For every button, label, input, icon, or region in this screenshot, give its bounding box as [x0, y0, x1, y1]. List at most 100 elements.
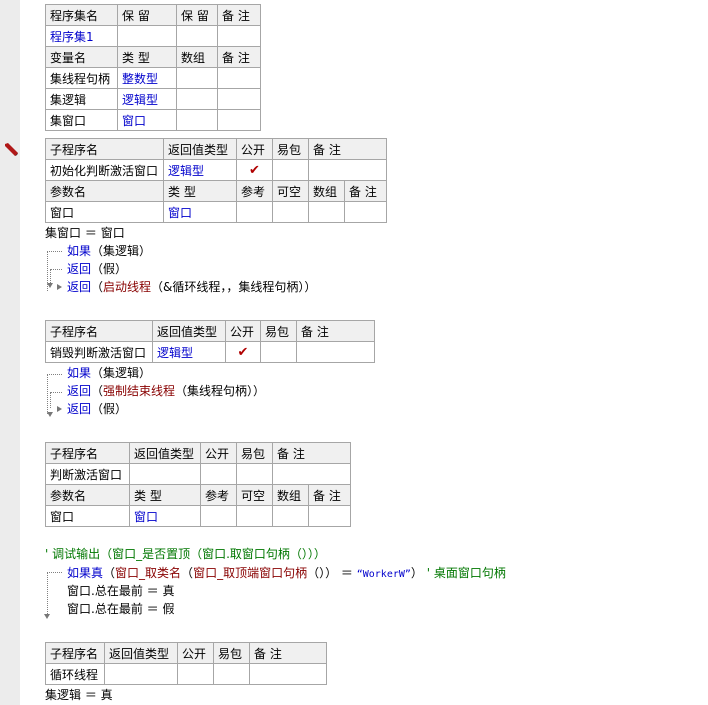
var-note-cell[interactable]	[217, 88, 261, 110]
var-type-cell[interactable]: 整数型	[117, 67, 177, 89]
operator-token: ＝	[84, 226, 97, 240]
note-cell[interactable]	[307, 159, 388, 181]
code-line[interactable]: 如果（集逻辑）	[67, 364, 151, 382]
code-line[interactable]: 返回（假）	[67, 260, 127, 278]
check-icon: ✔	[249, 162, 260, 178]
function-name: 强制结束线程	[103, 384, 176, 398]
col-return-type: 返回值类型	[129, 442, 201, 464]
param-name-cell[interactable]: 窗口	[45, 505, 130, 527]
sub-name-cell[interactable]: 判断激活窗口	[45, 463, 130, 485]
param-note-cell[interactable]	[343, 201, 388, 223]
var-array-cell[interactable]	[176, 88, 218, 110]
col-sub-name: 子程序名	[45, 138, 164, 160]
col-param-type: 类 型	[129, 484, 201, 506]
param-type-cell[interactable]: 窗口	[129, 505, 201, 527]
easy-pack-cell[interactable]	[213, 663, 250, 685]
code-line[interactable]: 集窗口 ＝ 窗口	[45, 224, 125, 242]
var-note-cell[interactable]	[217, 109, 261, 131]
var-note-cell[interactable]	[217, 67, 261, 89]
code-line[interactable]: 返回（启动线程（&循环线程，，集线程句柄））	[67, 278, 316, 296]
var-token: 窗口	[100, 226, 125, 240]
table-row: 集窗口 窗口	[45, 109, 261, 131]
var-type-cell[interactable]: 逻辑型	[117, 88, 177, 110]
var-name-cell[interactable]: 集逻辑	[45, 88, 118, 110]
var-type-cell[interactable]: 窗口	[117, 109, 177, 131]
sub-name-cell[interactable]: 循环线程	[45, 663, 105, 685]
code-arg: （集逻辑）	[91, 244, 152, 258]
param-note-cell[interactable]	[307, 505, 352, 527]
col-note: 备 注	[249, 642, 327, 664]
note-cell[interactable]	[249, 663, 327, 685]
col-note: 备 注	[307, 138, 388, 160]
flow-arrow-icon	[47, 283, 53, 288]
flow-arrow-icon	[44, 614, 50, 619]
var-array-cell[interactable]	[176, 109, 218, 131]
code-line[interactable]: 返回（假）	[67, 400, 127, 418]
array-cell[interactable]	[308, 201, 345, 223]
col-public: 公开	[177, 642, 214, 664]
code-line[interactable]: 如果（集逻辑）	[67, 242, 151, 260]
function-name: 窗口_取顶端窗口句柄	[193, 566, 308, 580]
assembly-name-cell[interactable]: 程序集1	[45, 25, 118, 47]
keyword-if: 如果	[67, 244, 92, 258]
return-type-cell[interactable]: 逻辑型	[152, 341, 226, 363]
reference-cell[interactable]	[200, 505, 237, 527]
col-public: 公开	[236, 138, 273, 160]
col-nullable: 可空	[236, 484, 273, 506]
sub-name-cell[interactable]: 初始化判断激活窗口	[45, 159, 164, 181]
col-return-type: 返回值类型	[163, 138, 237, 160]
note-cell[interactable]	[296, 341, 375, 363]
flow-arrow-icon	[47, 412, 53, 417]
reserved-cell-1[interactable]	[117, 25, 177, 47]
flow-arrow-icon	[57, 406, 62, 412]
return-type-cell[interactable]	[104, 663, 178, 685]
array-cell[interactable]	[272, 505, 309, 527]
code-line[interactable]: 窗口.总在最前 ＝ 假	[67, 600, 174, 618]
code-line[interactable]: 窗口.总在最前 ＝ 真	[67, 582, 174, 600]
flow-line	[50, 392, 51, 408]
var-name-cell[interactable]: 集线程句柄	[45, 67, 118, 89]
check-icon: ✔	[237, 344, 249, 360]
table-row: 窗口 窗口	[45, 201, 388, 223]
var-name-cell[interactable]: 集窗口	[45, 109, 118, 131]
nullable-cell[interactable]	[272, 201, 309, 223]
keyword-return: 返回	[67, 384, 92, 398]
flow-line	[47, 374, 62, 375]
comment-line[interactable]: ' 调试输出（窗口_是否置顶（窗口.取窗口句柄（）））	[45, 545, 326, 563]
subroutine-table-3: 子程序名 返回值类型 公开 易包 备 注 判断激活窗口 参数名 类 型 参考 可…	[45, 442, 352, 527]
code-line[interactable]: 集逻辑 ＝ 真	[45, 686, 113, 704]
var-token: 集窗口	[45, 226, 82, 240]
easy-pack-cell[interactable]	[272, 159, 309, 181]
code-arg: （&循环线程，，集线程句柄））	[151, 280, 317, 294]
easy-pack-cell[interactable]	[260, 341, 297, 363]
public-checkbox[interactable]: ✔	[225, 341, 261, 363]
reference-cell[interactable]	[236, 201, 273, 223]
note-cell[interactable]	[217, 25, 261, 47]
public-checkbox[interactable]	[177, 663, 214, 685]
col-easy-pack: 易包	[213, 642, 250, 664]
subroutine-table-2: 子程序名 返回值类型 公开 易包 备 注 销毁判断激活窗口 逻辑型 ✔	[45, 320, 375, 363]
code-paren: （）） ＝	[307, 566, 357, 580]
var-array-cell[interactable]	[176, 67, 218, 89]
nullable-cell[interactable]	[236, 505, 273, 527]
table-row: 集线程句柄 整数型	[45, 67, 261, 89]
code-line[interactable]: 如果真（窗口_取类名（窗口_取顶端窗口句柄（）） ＝ “WorkerW”） ' …	[67, 564, 506, 582]
col-easy-pack: 易包	[236, 442, 273, 464]
col-note: 备 注	[296, 320, 375, 342]
col-easy-pack: 易包	[260, 320, 297, 342]
note-cell[interactable]	[271, 463, 352, 485]
param-type-cell[interactable]: 窗口	[163, 201, 237, 223]
return-type-cell[interactable]: 逻辑型	[163, 159, 237, 181]
col-param-name: 参数名	[45, 484, 130, 506]
function-name: 窗口_取类名	[115, 566, 182, 580]
return-type-cell[interactable]	[129, 463, 201, 485]
public-checkbox[interactable]: ✔	[236, 159, 273, 181]
code-line[interactable]: 返回（强制结束线程（集线程句柄））	[67, 382, 265, 400]
reserved-cell-2[interactable]	[176, 25, 218, 47]
keyword-if: 如果	[67, 366, 92, 380]
param-name-cell[interactable]: 窗口	[45, 201, 164, 223]
public-checkbox[interactable]	[200, 463, 237, 485]
col-array: 数组	[308, 180, 345, 202]
sub-name-cell[interactable]: 销毁判断激活窗口	[45, 341, 153, 363]
easy-pack-cell[interactable]	[236, 463, 273, 485]
